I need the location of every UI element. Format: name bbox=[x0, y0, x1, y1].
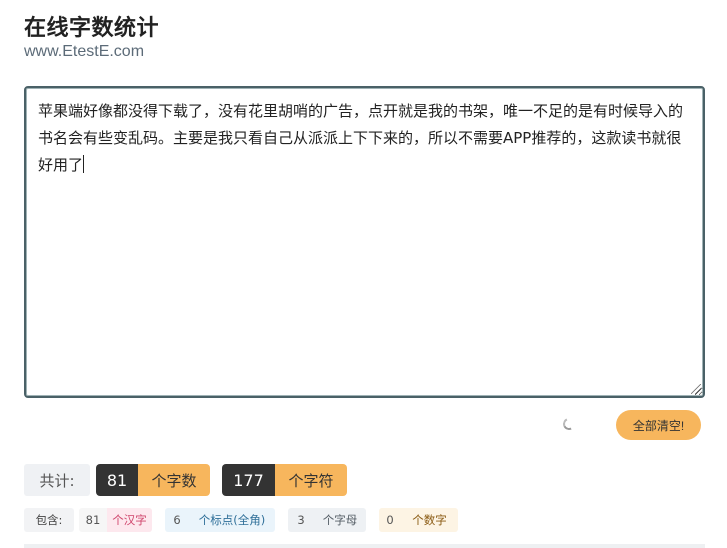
digit-count-unit: 个数字 bbox=[412, 513, 447, 527]
input-text: 苹果端好像都没得下载了，没有花里胡哨的广告，点开就是我的书架，唯一不足的是有时候… bbox=[38, 102, 684, 174]
hanzi-count-tag: 81 个汉字 bbox=[79, 508, 152, 532]
page-title: 在线字数统计 bbox=[24, 16, 160, 41]
punct-count-unit: 个标点(全角) bbox=[198, 513, 266, 527]
text-input-area[interactable]: 苹果端好像都没得下载了，没有花里胡哨的广告，点开就是我的书架，唯一不足的是有时候… bbox=[24, 86, 705, 398]
total-stats: 共计: 81 个字数 177 个字符 bbox=[24, 464, 359, 496]
char-count-badge: 177 个字符 bbox=[222, 464, 347, 496]
loading-spinner-icon bbox=[561, 416, 577, 432]
word-count-badge: 81 个字数 bbox=[96, 464, 210, 496]
detail-stats: 包含: 81 个汉字 6 个标点(全角) 3 个字母 0 个数字 bbox=[24, 508, 471, 532]
word-count-unit: 个字数 bbox=[138, 464, 210, 496]
digit-count-tag: 0 个数字 bbox=[379, 508, 458, 532]
punct-count-value: 6 bbox=[173, 513, 181, 527]
clear-all-button[interactable]: 全部清空! bbox=[616, 410, 701, 440]
hanzi-count-unit: 个汉字 bbox=[107, 508, 152, 532]
detail-label: 包含: bbox=[24, 508, 74, 532]
resize-handle-icon[interactable] bbox=[691, 384, 701, 394]
punct-count-tag: 6 个标点(全角) bbox=[165, 508, 275, 532]
char-count-unit: 个字符 bbox=[275, 464, 347, 496]
hanzi-count-value: 81 bbox=[85, 513, 101, 527]
alpha-count-tag: 3 个字母 bbox=[288, 508, 366, 532]
word-count-value: 81 bbox=[96, 464, 138, 496]
site-url: www.EtestE.com bbox=[24, 43, 145, 60]
digit-count-value: 0 bbox=[386, 513, 394, 527]
text-caret bbox=[83, 155, 85, 173]
total-label: 共计: bbox=[24, 464, 90, 496]
char-count-value: 177 bbox=[222, 464, 275, 496]
bottom-divider bbox=[24, 544, 705, 548]
alpha-count-value: 3 bbox=[297, 513, 305, 527]
alpha-count-unit: 个字母 bbox=[322, 513, 358, 527]
